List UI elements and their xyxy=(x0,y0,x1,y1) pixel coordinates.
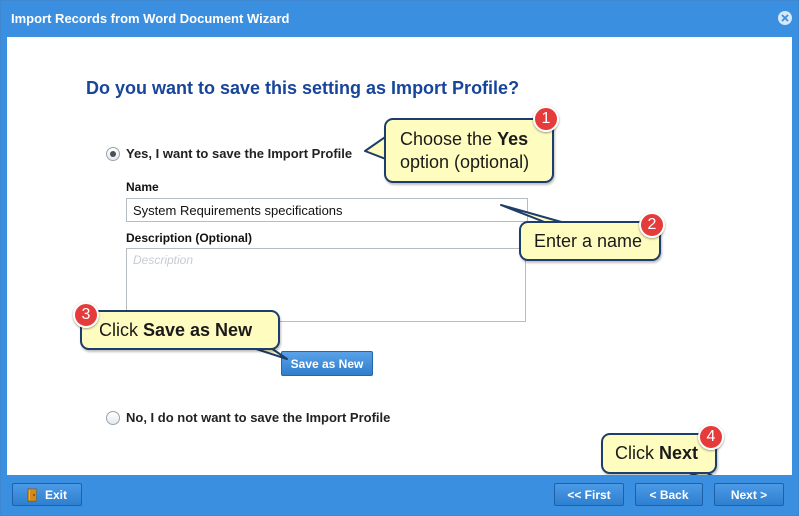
exit-label: Exit xyxy=(44,487,67,502)
callout-3-badge: 3 xyxy=(73,302,99,328)
callout-4-badge: 4 xyxy=(698,424,724,450)
callout-1-text-bold: Yes xyxy=(497,129,529,149)
wizard-footer: Exit << First < Back Next > xyxy=(1,475,798,515)
callout-1: Choose the Yes option (optional) xyxy=(384,118,554,183)
callout-4-text-bold: Next xyxy=(659,443,699,463)
callout-1-text-pre: Choose the xyxy=(400,129,498,149)
callout-2-badge: 2 xyxy=(639,212,665,238)
callout-3-text-pre: Click xyxy=(99,320,143,340)
first-button[interactable]: << First xyxy=(554,483,624,506)
door-exit-icon xyxy=(27,488,37,501)
back-button[interactable]: < Back xyxy=(635,483,703,506)
callout-4-text-pre: Click xyxy=(615,443,659,463)
next-button[interactable]: Next > xyxy=(714,483,784,506)
callout-1-text-line2: option (optional) xyxy=(400,152,530,172)
callout-1-badge: 1 xyxy=(533,106,559,132)
callout-2-text: Enter a name xyxy=(534,231,643,251)
wizard-window: Import Records from Word Document Wizard… xyxy=(0,0,799,516)
callout-3: Click Save as New xyxy=(80,310,280,350)
exit-button[interactable]: Exit xyxy=(12,483,82,506)
callout-3-text-bold: Save as New xyxy=(143,320,253,340)
